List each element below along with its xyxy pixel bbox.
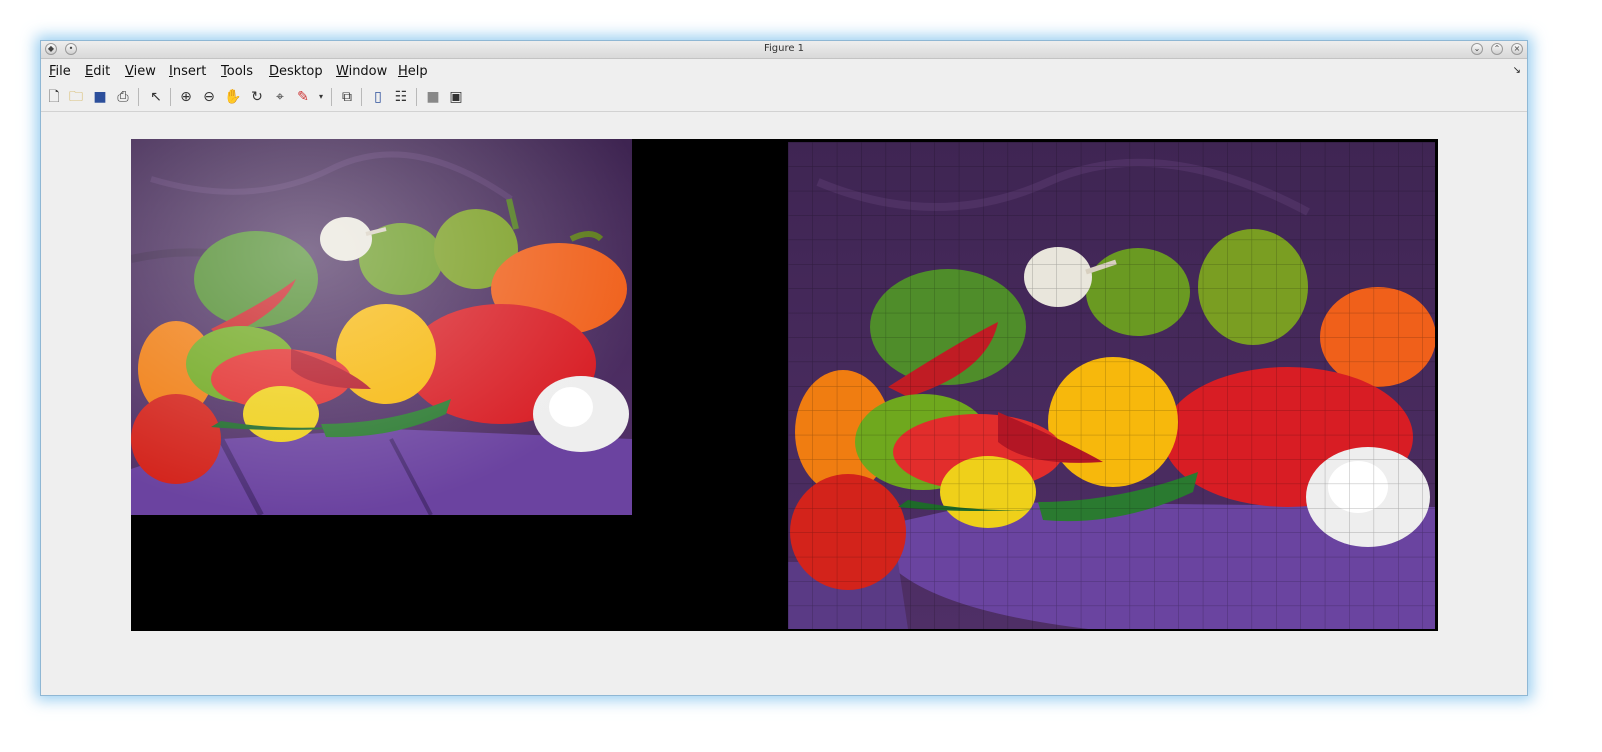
toolbar-separator (361, 88, 362, 106)
legend-icon[interactable]: ☷ (392, 88, 410, 106)
menu-desktop-mnemonic: D (269, 64, 280, 79)
toolbar-separator (331, 88, 332, 106)
menu-tools-label: ools (226, 64, 254, 79)
dock-arrow-icon[interactable]: ↘ (1513, 65, 1521, 76)
data-cursor-icon[interactable]: ⌖ (271, 88, 289, 106)
warped-peppers-image (788, 142, 1435, 629)
zoom-in-icon[interactable]: ⊕ (177, 88, 195, 106)
menu-file[interactable]: File (49, 64, 71, 79)
rotate-3d-icon[interactable]: ↻ (248, 88, 266, 106)
new-figure-icon[interactable]: 🗋 (45, 88, 63, 106)
menu-help-label: elp (407, 64, 428, 79)
minimize-icon[interactable]: ⌄ (1471, 43, 1483, 55)
menu-window[interactable]: Window (336, 64, 387, 79)
link-plot-icon[interactable]: ⧉ (338, 88, 356, 106)
menu-tools[interactable]: Tools (221, 64, 253, 79)
menu-desktop[interactable]: Desktop (269, 64, 323, 79)
brush-dropdown-icon[interactable]: ▾ (312, 88, 330, 106)
figure-canvas (41, 112, 1527, 695)
toolbar-separator (170, 88, 171, 106)
show-plot-tools-icon[interactable]: ▣ (447, 88, 465, 106)
menu-bar: File Edit View Insert Tools Desktop Wind… (41, 59, 1527, 83)
menu-edit-label: dit (93, 64, 111, 79)
menu-desktop-label: esktop (279, 64, 323, 79)
title-bar[interactable]: ◆ • Figure 1 ⌄ ⌃ × (41, 41, 1527, 59)
figure-toolbar: 🗋 🗀 ■ ⎙ ↖ ⊕ ⊖ ✋ ↻ ⌖ ✎ ▾ ⧉ ▯ ☷ ■ ▣ (41, 83, 1527, 112)
pan-icon[interactable]: ✋ (224, 88, 242, 106)
toolbar-separator (138, 88, 139, 106)
menu-window-mnemonic: W (336, 64, 349, 79)
brush-icon[interactable]: ✎ (294, 88, 312, 106)
menu-edit-mnemonic: E (85, 64, 94, 79)
menu-insert[interactable]: Insert (169, 64, 206, 79)
close-icon[interactable]: × (1511, 43, 1523, 55)
menu-help[interactable]: Help (398, 64, 428, 79)
colorbar-icon[interactable]: ▯ (369, 88, 387, 106)
toolbar-separator (416, 88, 417, 106)
menu-insert-label: nsert (172, 64, 207, 79)
menu-window-label: indow (348, 64, 388, 79)
original-peppers-image (131, 139, 632, 515)
menu-help-mnemonic: H (398, 64, 408, 79)
maximize-icon[interactable]: ⌃ (1491, 43, 1503, 55)
window-title: Figure 1 (763, 43, 805, 54)
menu-edit[interactable]: Edit (85, 64, 110, 79)
image-axes[interactable] (131, 139, 1438, 631)
menu-view-mnemonic: V (125, 64, 134, 79)
menu-view-label: iew (133, 64, 156, 79)
zoom-out-icon[interactable]: ⊖ (200, 88, 218, 106)
figure-window: ◆ • Figure 1 ⌄ ⌃ × File Edit View Insert… (40, 40, 1528, 696)
open-file-icon[interactable]: 🗀 (67, 88, 85, 106)
menu-view[interactable]: View (125, 64, 156, 79)
print-icon[interactable]: ⎙ (114, 88, 132, 106)
save-icon[interactable]: ■ (91, 88, 109, 106)
edit-plot-icon[interactable]: ↖ (147, 88, 165, 106)
hide-plot-tools-icon[interactable]: ■ (424, 88, 442, 106)
menu-file-label: ile (55, 64, 71, 79)
